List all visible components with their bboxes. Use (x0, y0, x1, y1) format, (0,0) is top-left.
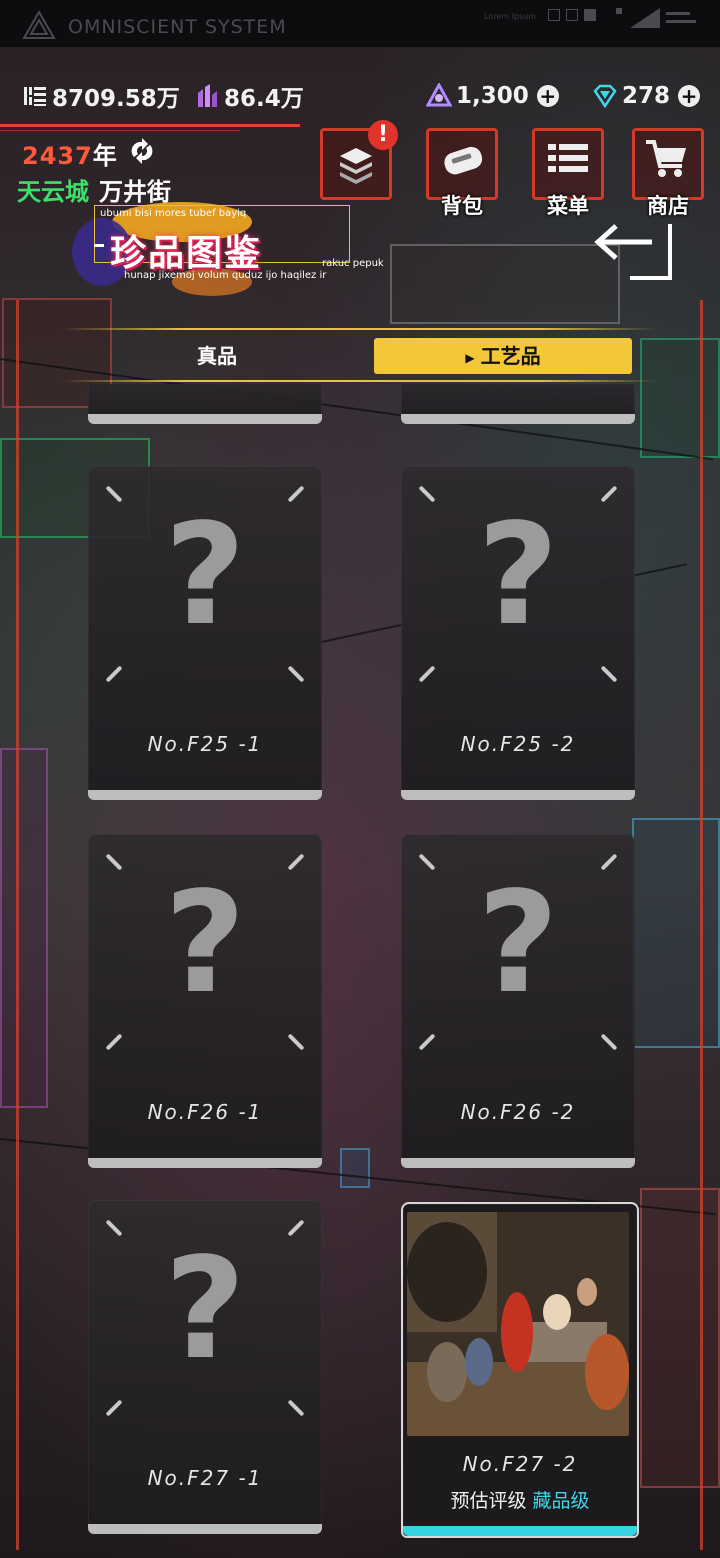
grade-value: 藏品级 (532, 1490, 590, 1512)
collection-stack-icon (340, 148, 372, 184)
card-corner (287, 1399, 305, 1417)
title-caption: ubumi bisi mores tubef bayiq (100, 208, 247, 219)
unknown-question-icon: ? (477, 862, 559, 1025)
card-number: No.F26 -2 (460, 1100, 576, 1124)
window-maximize-icon[interactable] (584, 9, 596, 21)
card-corner (418, 665, 436, 683)
category-tabs: 真品 ▶ 工艺品 (62, 328, 658, 382)
card-corner (105, 1033, 123, 1051)
card-number: No.F27 -2 (462, 1452, 578, 1476)
active-tab-arrow-icon: ▶ (465, 350, 475, 365)
tab-real[interactable]: 真品 (122, 338, 312, 374)
backpack-label: 背包 (441, 194, 483, 218)
system-bar: OMNISCIENT SYSTEM Lorem Ipsum (0, 0, 720, 48)
card-corner (600, 665, 618, 683)
tab-craft-label: 工艺品 (480, 344, 541, 368)
system-lorem: Lorem Ipsum (484, 12, 537, 21)
collection-grid[interactable]: ? No.F25 -1 ? No.F25 -2 ? No.F26 -1 ? No… (0, 384, 720, 1558)
system-title: OMNISCIENT SYSTEM (68, 16, 287, 38)
shop-cart-icon (646, 140, 686, 177)
page-title: 珍品图鉴 (110, 233, 263, 274)
add-gems-button[interactable]: + (678, 85, 701, 107)
gems-counter: 278 + (592, 80, 701, 112)
orbs-counter: 1,300 + (426, 80, 559, 112)
card-corner (105, 853, 123, 871)
card-corner (600, 485, 618, 503)
tab-craft[interactable]: ▶ 工艺品 (374, 338, 632, 374)
card-corner (105, 485, 123, 503)
card-corner (418, 853, 436, 871)
card-corner (105, 1399, 123, 1417)
tabs-bottom-line (62, 380, 658, 382)
card-stub[interactable] (88, 384, 322, 424)
card-number: No.F27 -1 (147, 1466, 263, 1490)
collection-card[interactable]: ? No.F25 -1 (88, 466, 322, 800)
card-number: No.F26 -1 (147, 1100, 263, 1124)
signal-battery-icon (616, 8, 696, 28)
unknown-question-icon: ? (477, 494, 559, 657)
collection-card[interactable]: ? No.F26 -2 (401, 834, 635, 1168)
neon-sign (390, 244, 620, 324)
year-label: 2437年 (22, 136, 118, 171)
diamond-icon (593, 84, 617, 109)
artwork-painting (407, 1212, 629, 1436)
gems-value: 278 (622, 83, 671, 109)
chips-counter: 8709.58万 (22, 80, 180, 112)
backpack-icon (444, 146, 483, 175)
chips-value: 8709.58万 (52, 86, 180, 112)
unknown-question-icon: ? (164, 862, 246, 1025)
window-restore-icon[interactable] (566, 9, 578, 21)
window-minimize-icon[interactable] (548, 9, 560, 21)
tabs-top-line (62, 328, 658, 330)
collection-card[interactable]: ? No.F26 -1 (88, 834, 322, 1168)
grade-label: 预估评级 (450, 1490, 527, 1512)
menu-list-icon (548, 144, 588, 172)
shop-label: 商店 (647, 194, 689, 218)
card-corner (105, 1219, 123, 1237)
crystals-value: 86.4万 (224, 86, 304, 112)
collection-card-discovered[interactable]: No.F27 -2 预估评级 藏品级 (401, 1202, 639, 1538)
card-corner (287, 665, 305, 683)
card-stub[interactable] (401, 384, 635, 424)
card-corner (287, 853, 305, 871)
frame-top-line (0, 124, 300, 127)
card-corner (600, 1033, 618, 1051)
menu-label: 菜单 (547, 194, 589, 218)
crystals-counter: 86.4万 (194, 80, 304, 112)
menu-button[interactable]: 菜单 (532, 128, 604, 218)
card-number: No.F25 -1 (147, 732, 263, 756)
back-arrow-icon[interactable] (590, 220, 674, 284)
refresh-icon[interactable] (128, 137, 156, 165)
add-orbs-button[interactable]: + (536, 85, 559, 107)
unknown-question-icon: ? (164, 494, 246, 657)
card-number: No.F25 -2 (460, 732, 576, 756)
card-corner (287, 1219, 305, 1237)
card-corner (287, 1033, 305, 1051)
frame-top-line (0, 130, 240, 131)
title-subcaption: hunap jixemoj volum quduz ijo haqilez ir (124, 270, 327, 281)
title-side-caption: rakuc pepuk (322, 258, 384, 269)
chip-icon (24, 87, 46, 106)
year-char: 年 (92, 142, 118, 170)
card-corner (418, 1033, 436, 1051)
estimated-grade: 预估评级 藏品级 (403, 1486, 637, 1513)
card-corner (105, 665, 123, 683)
title-dash (94, 244, 104, 247)
orb-icon (426, 83, 452, 107)
card-corner (600, 853, 618, 871)
card-corner (287, 485, 305, 503)
collection-card[interactable]: ? No.F27 -1 (88, 1200, 322, 1534)
backpack-button[interactable]: 背包 (426, 128, 498, 218)
orbs-value: 1,300 (456, 83, 529, 109)
unknown-question-icon: ? (164, 1228, 246, 1391)
year-number: 2437 (22, 142, 93, 170)
system-logo-icon (22, 10, 56, 39)
crystal-icon (198, 84, 217, 107)
card-corner (418, 485, 436, 503)
notification-badge: ! (368, 120, 398, 150)
shop-button[interactable]: 商店 (632, 128, 704, 218)
collection-card[interactable]: ? No.F25 -2 (401, 466, 635, 800)
